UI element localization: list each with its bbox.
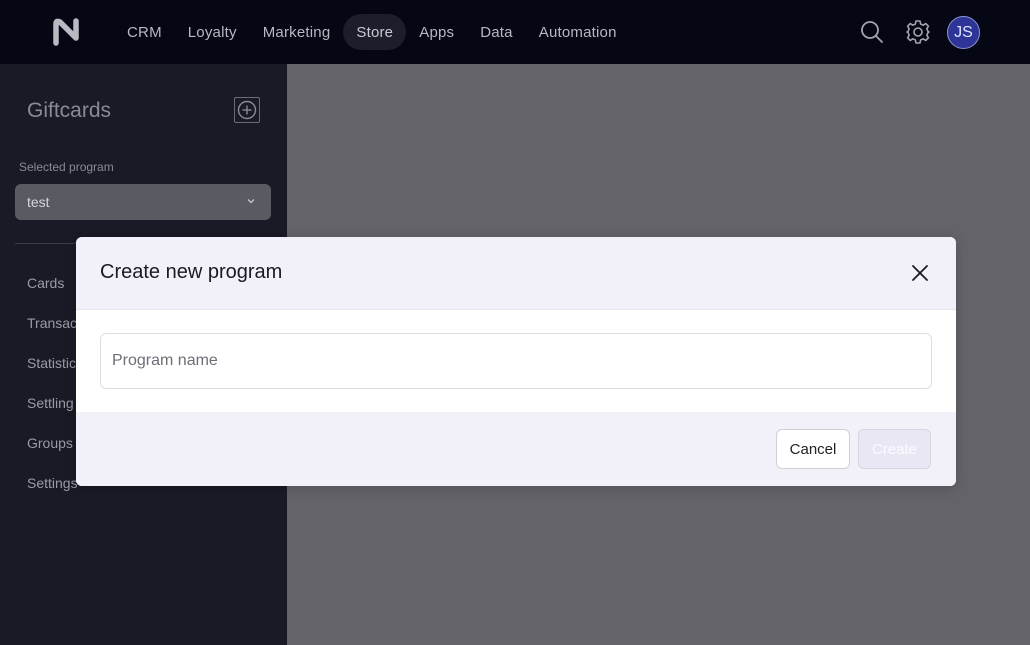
create-button[interactable]: Create [858, 429, 931, 469]
sidebar-item-settling[interactable]: Settling [27, 395, 74, 411]
sidebar-item-groups[interactable]: Groups [27, 435, 73, 451]
cancel-button[interactable]: Cancel [776, 429, 850, 469]
program-name-input[interactable] [100, 333, 932, 389]
selected-program-label: Selected program [19, 160, 114, 174]
main-nav: CRM Loyalty Marketing Store Apps Data Au… [114, 14, 630, 50]
sidebar-item-settings[interactable]: Settings [27, 475, 78, 491]
nav-item-marketing[interactable]: Marketing [250, 14, 344, 50]
add-giftcard-program-button[interactable] [234, 97, 260, 123]
modal-header: Create new program [76, 237, 956, 310]
modal-title: Create new program [100, 261, 283, 283]
sidebar-item-statistics[interactable]: Statistic [27, 355, 76, 371]
create-program-modal: Create new program Cancel Create [76, 237, 956, 486]
nav-item-automation[interactable]: Automation [526, 14, 630, 50]
nav-item-crm[interactable]: CRM [114, 14, 175, 50]
chevron-down-icon [247, 199, 255, 204]
search-icon[interactable] [858, 18, 886, 46]
modal-footer: Cancel Create [76, 412, 956, 486]
sidebar-item-cards[interactable]: Cards [27, 275, 64, 291]
sidebar-item-transactions[interactable]: Transac [27, 315, 77, 331]
close-icon[interactable] [910, 263, 930, 283]
top-navbar: CRM Loyalty Marketing Store Apps Data Au… [0, 0, 1030, 64]
user-avatar[interactable]: JS [947, 16, 980, 49]
program-select-value: test [27, 194, 50, 210]
nav-item-data[interactable]: Data [467, 14, 526, 50]
plus-circle-icon [237, 100, 257, 120]
sidebar-title: Giftcards [27, 99, 112, 122]
gear-icon[interactable] [904, 18, 932, 46]
nav-item-apps[interactable]: Apps [406, 14, 467, 50]
brand-logo-icon[interactable] [50, 16, 88, 48]
nav-item-loyalty[interactable]: Loyalty [175, 14, 250, 50]
program-select[interactable]: test [15, 184, 271, 220]
nav-item-store[interactable]: Store [343, 14, 407, 50]
